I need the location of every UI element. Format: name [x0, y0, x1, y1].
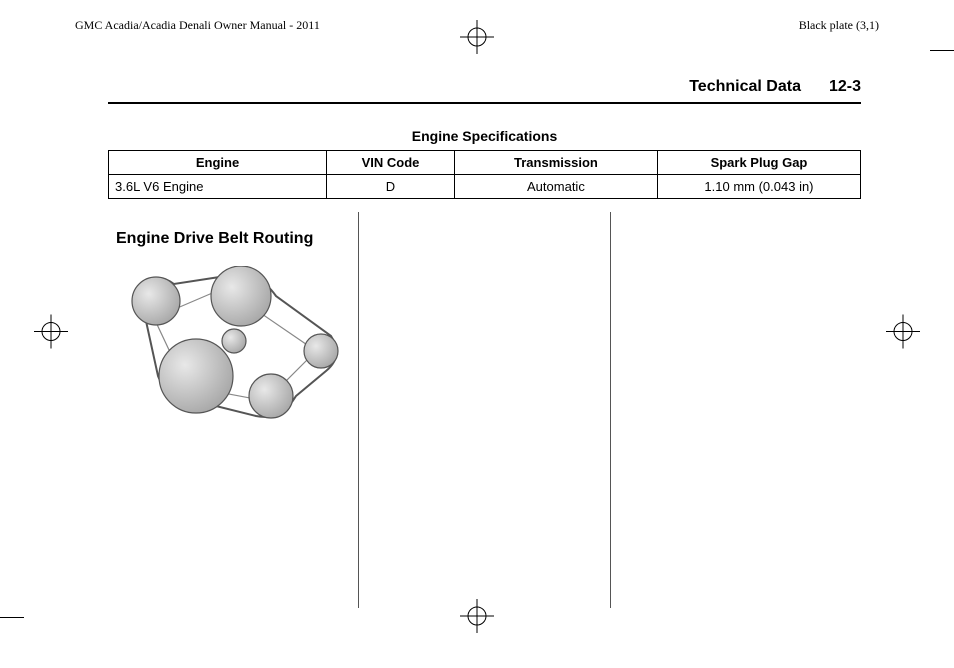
col-header-engine: Engine	[109, 151, 327, 175]
cell-trans: Automatic	[454, 175, 657, 199]
plate-label: Black plate (3,1)	[799, 18, 879, 33]
table-title: Engine Specifications	[108, 128, 861, 144]
belt-routing-diagram-icon	[116, 266, 350, 441]
crop-tick-icon	[930, 50, 954, 51]
section-header: Technical Data 12-3	[108, 78, 861, 104]
section-title: Technical Data	[689, 78, 801, 96]
registration-mark-icon	[886, 315, 920, 354]
table-row: 3.6L V6 Engine D Automatic 1.10 mm (0.04…	[109, 175, 861, 199]
column-3	[610, 212, 861, 608]
col-header-spark: Spark Plug Gap	[657, 151, 860, 175]
col-header-vin: VIN Code	[327, 151, 455, 175]
registration-mark-icon	[460, 20, 494, 59]
cell-spark: 1.10 mm (0.043 in)	[657, 175, 860, 199]
manual-title: GMC Acadia/Acadia Denali Owner Manual - …	[75, 18, 320, 33]
table-header-row: Engine VIN Code Transmission Spark Plug …	[109, 151, 861, 175]
engine-spec-table-wrap: Engine Specifications Engine VIN Code Tr…	[108, 128, 861, 199]
cell-vin: D	[327, 175, 455, 199]
belt-routing-heading: Engine Drive Belt Routing	[116, 230, 350, 248]
crop-tick-icon	[0, 617, 24, 618]
col-header-trans: Transmission	[454, 151, 657, 175]
column-1: Engine Drive Belt Routing	[108, 212, 358, 608]
cell-engine: 3.6L V6 Engine	[109, 175, 327, 199]
page-number: 12-3	[829, 78, 861, 96]
engine-spec-table: Engine VIN Code Transmission Spark Plug …	[108, 150, 861, 199]
registration-mark-icon	[34, 315, 68, 354]
body-columns: Engine Drive Belt Routing	[108, 212, 861, 608]
column-2	[358, 212, 609, 608]
